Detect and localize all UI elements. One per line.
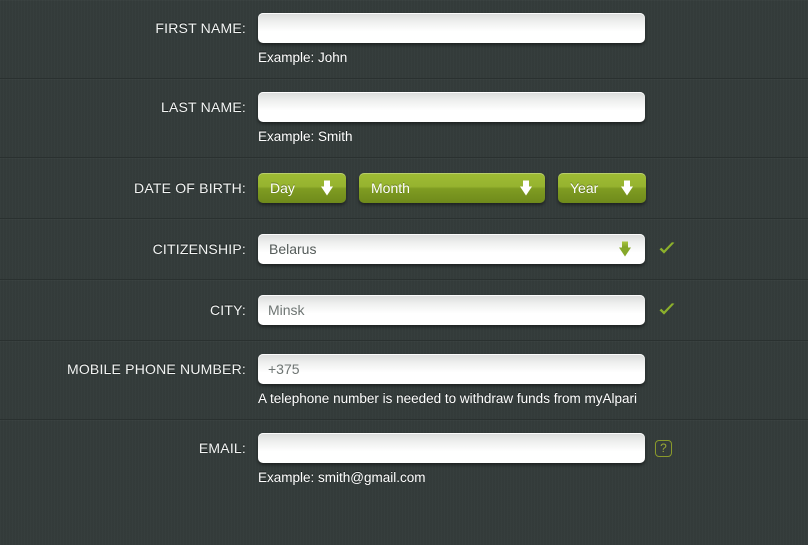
day-label: Day <box>270 180 295 196</box>
date-of-birth-year-select[interactable]: Year <box>558 173 646 203</box>
date-of-birth-label: DATE OF BIRTH: <box>134 180 246 196</box>
citizenship-selected-value: Belarus <box>269 241 317 257</box>
arrow-down-icon <box>621 180 633 196</box>
city-label: CITY: <box>209 302 246 318</box>
citizenship-select[interactable]: Belarus <box>258 234 645 264</box>
email-label: EMAIL: <box>198 440 246 456</box>
arrow-down-icon <box>619 241 631 257</box>
form-row: MOBILE PHONE NUMBER:A telephone number i… <box>0 341 808 420</box>
date-of-birth-month-select[interactable]: Month <box>359 173 545 203</box>
email-control: ? <box>258 433 672 463</box>
form-row: DATE OF BIRTH: Day Month Year <box>0 158 808 219</box>
form-row: EMAIL:? Example: smith@gmail.com <box>0 420 808 498</box>
year-label: Year <box>570 180 599 196</box>
month-label: Month <box>371 180 410 196</box>
form-row: LAST NAME: Example: Smith <box>0 79 808 158</box>
arrow-down-icon <box>520 180 532 196</box>
city-input[interactable] <box>258 295 645 325</box>
last-name-control <box>258 92 645 122</box>
first-name-input[interactable] <box>258 13 645 43</box>
city-control <box>258 295 677 325</box>
last-name-input[interactable] <box>258 92 645 122</box>
form-row: FIRST NAME: Example: John <box>0 0 808 79</box>
mobile-phone-number-control <box>258 354 645 384</box>
registration-form: FIRST NAME: Example: John LAST NAME: Exampl… <box>0 0 808 498</box>
mobile-phone-number-label: MOBILE PHONE NUMBER: <box>66 361 246 377</box>
check-icon <box>657 239 677 259</box>
citizenship-label: CITIZENSHIP: <box>152 241 246 257</box>
date-of-birth-control: Day Month Year <box>258 173 646 203</box>
form-row: CITY: <box>0 280 808 341</box>
mobile-phone-number-input[interactable] <box>258 354 645 384</box>
check-icon <box>657 300 677 320</box>
email-input[interactable] <box>258 433 645 463</box>
last-name-label: LAST NAME: <box>161 99 246 115</box>
citizenship-control: Belarus <box>258 234 677 264</box>
help-icon[interactable]: ? <box>655 439 672 457</box>
first-name-label: FIRST NAME: <box>155 20 246 36</box>
first-name-control <box>258 13 645 43</box>
form-row: CITIZENSHIP: Belarus <box>0 219 808 280</box>
date-of-birth-day-select[interactable]: Day <box>258 173 346 203</box>
arrow-down-icon <box>321 180 333 196</box>
